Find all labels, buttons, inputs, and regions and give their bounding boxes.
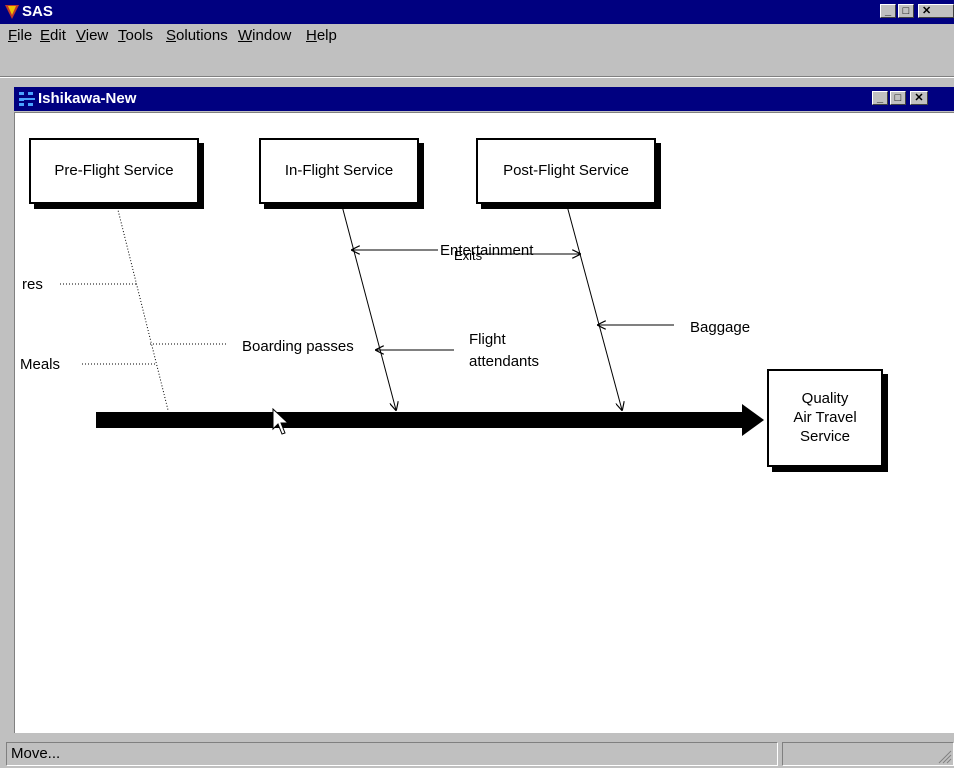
effect-box[interactable]: Quality Air Travel Service bbox=[767, 369, 883, 467]
resize-grip-icon[interactable] bbox=[936, 748, 952, 764]
bone-in bbox=[340, 201, 396, 410]
cause-attendants[interactable]: attendants bbox=[469, 353, 539, 370]
spine-arrowhead bbox=[742, 404, 764, 436]
cause-flight[interactable]: Flight bbox=[469, 331, 506, 348]
status-text: Move... bbox=[11, 745, 61, 762]
bone-post bbox=[565, 201, 622, 410]
spine bbox=[96, 412, 744, 428]
effect-line-1: Quality bbox=[801, 390, 849, 407]
status-pane-2 bbox=[782, 742, 954, 766]
category-post-flight[interactable]: Post-Flight Service bbox=[476, 138, 656, 204]
mouse-pointer-icon bbox=[272, 408, 290, 435]
cause-boarding-passes[interactable]: Boarding passes bbox=[242, 338, 354, 355]
bone-pre bbox=[115, 201, 169, 411]
effect-line-2: Air Travel bbox=[793, 409, 857, 426]
category-pre-flight-label: Pre-Flight Service bbox=[54, 162, 174, 179]
cause-res[interactable]: res bbox=[22, 276, 43, 293]
category-in-flight[interactable]: In-Flight Service bbox=[259, 138, 419, 204]
cause-baggage[interactable]: Baggage bbox=[690, 319, 750, 336]
cause-exits[interactable]: Exits bbox=[454, 248, 482, 263]
effect-line-3: Service bbox=[799, 428, 851, 445]
category-post-flight-label: Post-Flight Service bbox=[503, 162, 629, 179]
category-in-flight-label: In-Flight Service bbox=[284, 162, 394, 179]
cause-meals[interactable]: Meals bbox=[20, 356, 60, 373]
category-pre-flight[interactable]: Pre-Flight Service bbox=[29, 138, 199, 204]
status-message: Move... bbox=[6, 742, 778, 766]
